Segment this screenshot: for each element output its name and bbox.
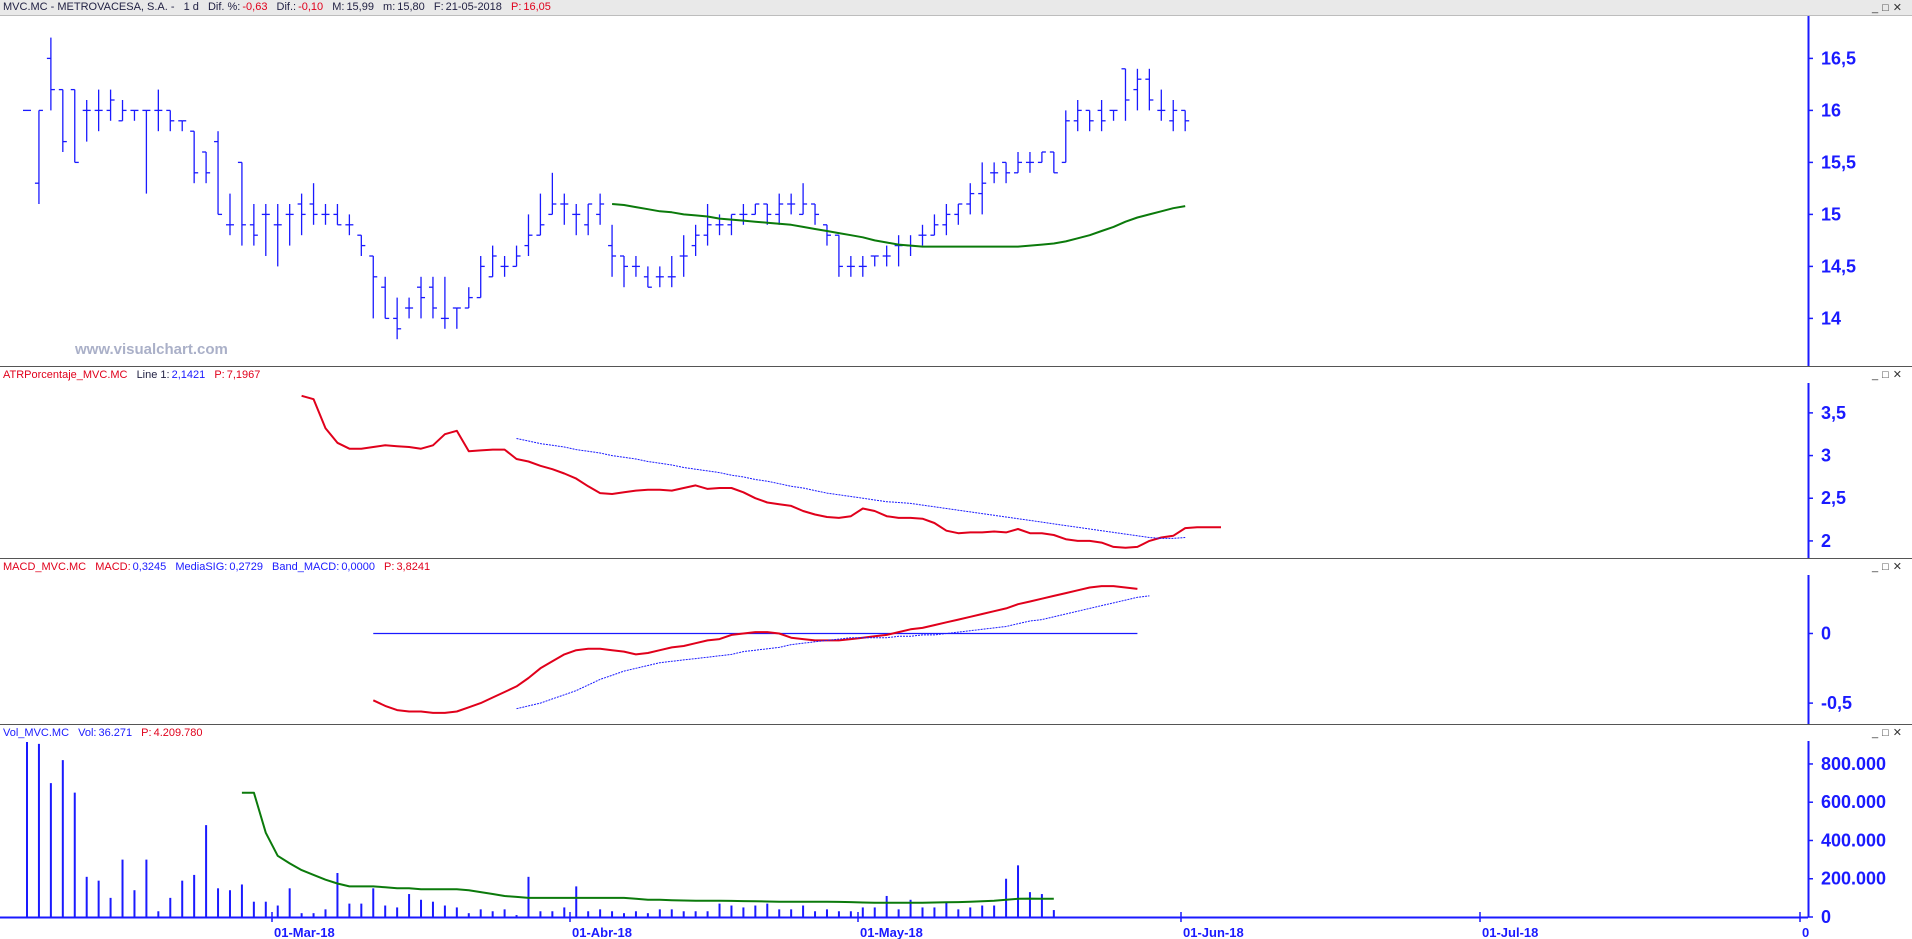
y-tick-label: 0	[1821, 907, 1831, 927]
y-tick-label: 200.000	[1821, 869, 1886, 889]
y-tick-label: -0,5	[1821, 693, 1852, 713]
x-tick-label: 01-Mar-18	[274, 925, 335, 939]
macd-signal-line	[516, 595, 1150, 710]
y-tick-label: 16	[1821, 100, 1841, 120]
y-tick-label: 2	[1821, 531, 1831, 551]
macd-line	[372, 585, 1138, 714]
y-tick-label: 14,5	[1821, 256, 1856, 276]
y-tick-label: 3,5	[1821, 403, 1846, 423]
x-tick-label: 0	[1802, 925, 1809, 939]
x-tick-label: 01-May-18	[860, 925, 923, 939]
chart-canvas[interactable]: 1414,51515,51616,522,533,5-0,500200.0004…	[0, 0, 1912, 939]
atr-average-line	[516, 438, 1186, 539]
y-tick-label: 600.000	[1821, 792, 1886, 812]
y-tick-label: 800.000	[1821, 754, 1886, 774]
y-tick-label: 15	[1821, 204, 1841, 224]
y-tick-label: 2,5	[1821, 488, 1846, 508]
y-tick-label: 400.000	[1821, 830, 1886, 850]
volume-moving-average	[241, 791, 1054, 904]
y-tick-label: 15,5	[1821, 152, 1856, 172]
x-tick-label: 01-Abr-18	[572, 925, 632, 939]
y-tick-label: 16,5	[1821, 48, 1856, 68]
x-tick-label: 01-Jul-18	[1482, 925, 1538, 939]
y-tick-label: 14	[1821, 308, 1841, 328]
atr-line	[301, 394, 1221, 549]
y-tick-label: 0	[1821, 623, 1831, 643]
y-tick-label: 3	[1821, 446, 1831, 466]
x-tick-label: 01-Jun-18	[1183, 925, 1244, 939]
